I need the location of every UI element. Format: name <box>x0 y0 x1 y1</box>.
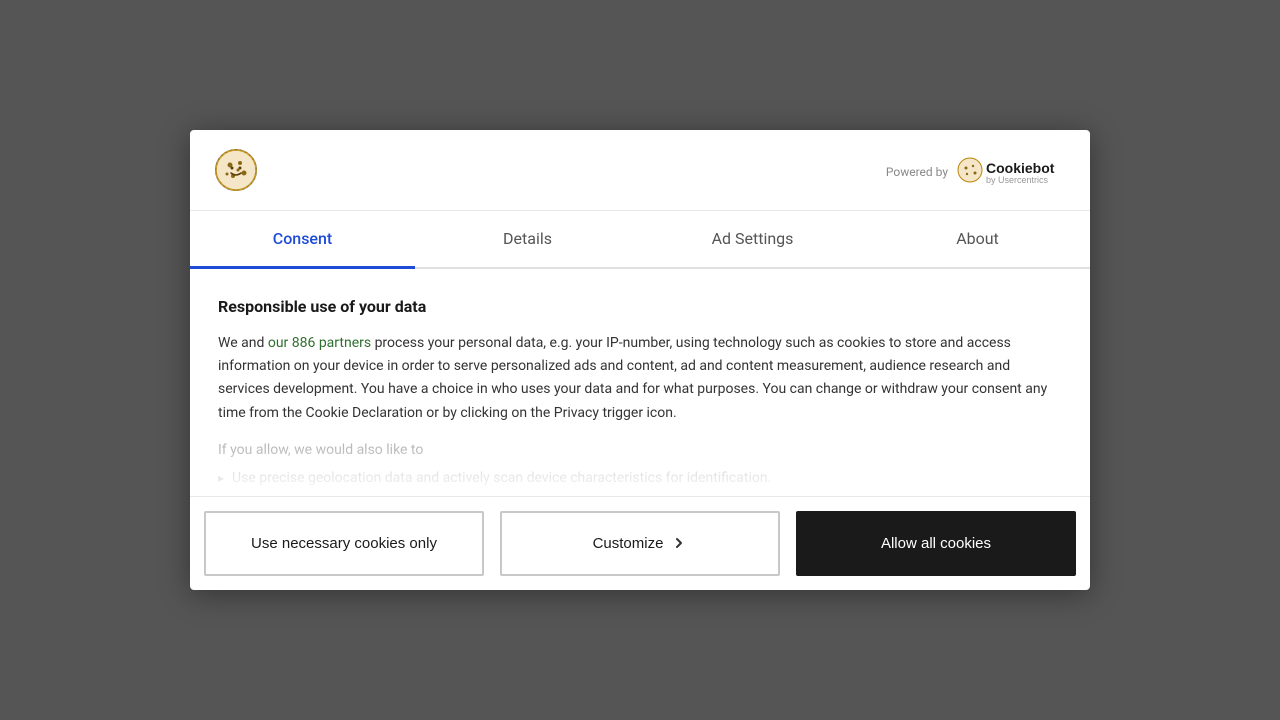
svg-text:Cookiebot: Cookiebot <box>986 160 1055 176</box>
cookie-icon <box>214 148 258 192</box>
customize-label: Customize <box>593 535 664 552</box>
modal-overlay: Powered by Cookiebot by Usercentrics <box>0 0 1280 720</box>
necessary-cookies-button[interactable]: Use necessary cookies only <box>204 511 484 576</box>
secondary-text: If you allow, we would also like to <box>218 439 1062 462</box>
cookie-logo-container <box>214 148 258 196</box>
tab-consent[interactable]: Consent <box>190 211 415 269</box>
tab-details[interactable]: Details <box>415 211 640 269</box>
customize-button[interactable]: Customize <box>500 511 780 576</box>
cookie-consent-modal: Powered by Cookiebot by Usercentrics <box>190 130 1090 589</box>
tab-about[interactable]: About <box>865 211 1090 269</box>
content-title: Responsible use of your data <box>218 297 1062 316</box>
tabs-container: Consent Details Ad Settings About <box>190 211 1090 269</box>
chevron-right-icon <box>671 535 687 551</box>
svg-text:by Usercentrics: by Usercentrics <box>986 175 1049 185</box>
modal-header: Powered by Cookiebot by Usercentrics <box>190 130 1090 211</box>
fade-item: Use precise geolocation data and activel… <box>218 470 1062 486</box>
cookiebot-logo-svg: Cookiebot by Usercentrics <box>956 156 1066 188</box>
content-body: We and our 886 partners process your per… <box>218 332 1062 424</box>
cookiebot-brand: Cookiebot by Usercentrics <box>956 156 1066 188</box>
allow-all-button[interactable]: Allow all cookies <box>796 511 1076 576</box>
modal-footer: Use necessary cookies only Customize All… <box>190 496 1090 590</box>
powered-by-label: Powered by <box>886 165 948 179</box>
tab-ad-settings[interactable]: Ad Settings <box>640 211 865 269</box>
partners-link[interactable]: our 886 partners <box>268 335 371 351</box>
powered-by-section: Powered by Cookiebot by Usercentrics <box>886 156 1066 188</box>
modal-content: Responsible use of your data We and our … <box>190 269 1090 495</box>
